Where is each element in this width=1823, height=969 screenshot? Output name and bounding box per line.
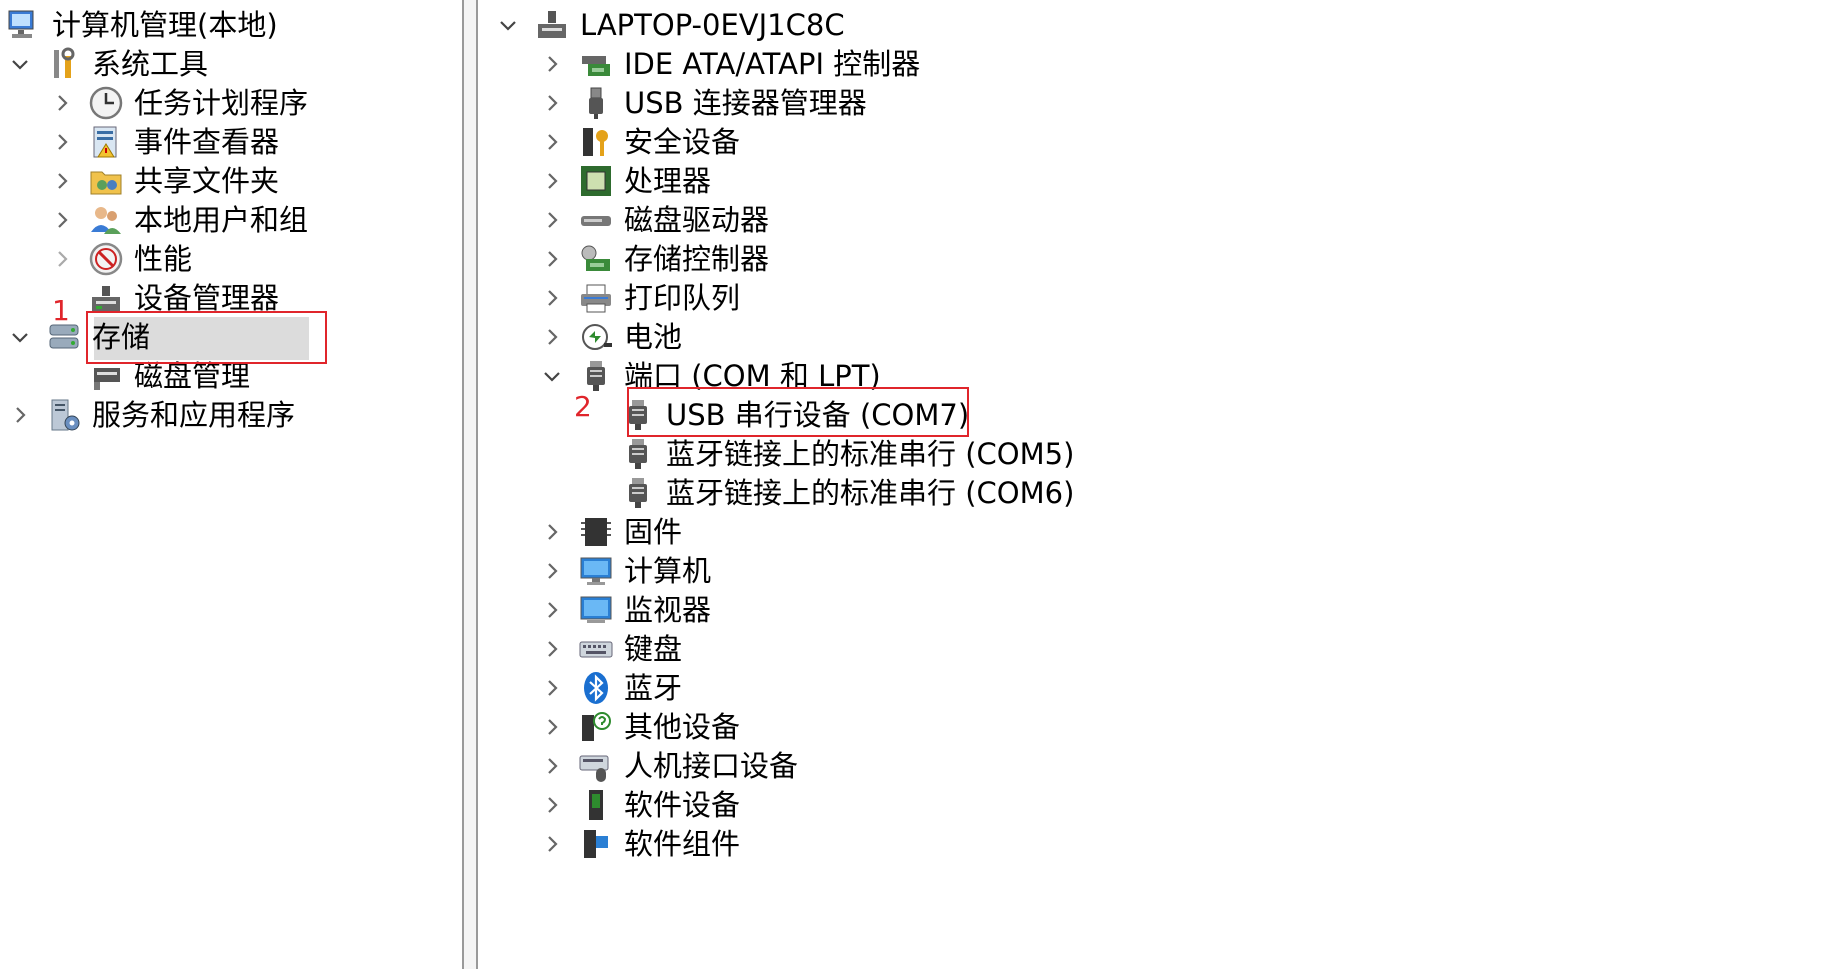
hid-icon [576, 746, 616, 786]
chevron-right-icon[interactable] [50, 91, 74, 115]
keyboard-icon [576, 629, 616, 669]
battery-icon [576, 317, 616, 357]
chevron-right-icon[interactable] [540, 208, 564, 232]
bluetooth-icon [576, 668, 616, 708]
tree-item-services-apps[interactable]: 服务和应用程序 [8, 392, 295, 437]
services-icon [44, 395, 84, 435]
chevron-right-icon[interactable] [540, 286, 564, 310]
highlight-box-1 [86, 311, 327, 364]
other-devices-icon [576, 707, 616, 747]
chevron-right-icon[interactable] [540, 559, 564, 583]
chevron-right-icon[interactable] [8, 403, 32, 427]
computer-icon [576, 551, 616, 591]
serial-port-icon [618, 473, 658, 513]
chevron-right-icon[interactable] [540, 325, 564, 349]
performance-icon [86, 239, 126, 279]
chevron-right-icon[interactable] [540, 832, 564, 856]
device-category-software-components[interactable]: 软件组件 [540, 821, 740, 866]
annotation-number-2: 2 [574, 390, 592, 423]
chevron-right-icon[interactable] [540, 520, 564, 544]
firmware-chip-icon [576, 512, 616, 552]
chevron-right-icon[interactable] [540, 130, 564, 154]
chevron-down-icon[interactable] [8, 325, 32, 349]
chevron-right-icon[interactable] [540, 169, 564, 193]
users-icon [86, 200, 126, 240]
highlight-box-2 [627, 387, 969, 437]
chevron-right-icon[interactable] [540, 676, 564, 700]
chevron-down-icon[interactable] [540, 364, 564, 388]
shared-folder-icon [86, 161, 126, 201]
annotation-number-1: 1 [52, 294, 70, 327]
chevron-right-icon[interactable] [540, 715, 564, 739]
event-log-icon [86, 122, 126, 162]
chevron-right-icon[interactable] [50, 247, 74, 271]
device-tree: LAPTOP-0EVJ1C8C IDE ATA/ATAPI 控制器 USB 连接… [478, 0, 1823, 969]
monitor-icon [576, 590, 616, 630]
chevron-right-icon[interactable] [540, 52, 564, 76]
chevron-right-icon[interactable] [540, 754, 564, 778]
left-navigation-tree: 计算机管理(本地) 系统工具 任务计划程序 事件查看器 共享文件夹 本地用户和组… [0, 0, 462, 969]
chevron-right-icon[interactable] [50, 130, 74, 154]
serial-port-icon [618, 434, 658, 474]
security-key-icon [576, 122, 616, 162]
pane-divider[interactable] [462, 0, 478, 969]
clock-icon [86, 83, 126, 123]
tools-icon [44, 44, 84, 84]
disk-drive-icon [576, 200, 616, 240]
usb-icon [576, 83, 616, 123]
chevron-right-icon[interactable] [540, 598, 564, 622]
software-component-icon [576, 824, 616, 864]
software-device-icon [576, 785, 616, 825]
chevron-right-icon[interactable] [540, 247, 564, 271]
ide-controller-icon [576, 44, 616, 84]
processor-icon [576, 161, 616, 201]
chevron-down-icon[interactable] [496, 13, 520, 37]
chevron-right-icon[interactable] [540, 793, 564, 817]
chevron-right-icon[interactable] [540, 91, 564, 115]
computer-management-icon [4, 5, 44, 45]
printer-icon [576, 278, 616, 318]
computer-node-icon [532, 5, 572, 45]
chevron-right-icon[interactable] [540, 637, 564, 661]
storage-controller-icon [576, 239, 616, 279]
chevron-down-icon[interactable] [8, 52, 32, 76]
chevron-right-icon[interactable] [50, 208, 74, 232]
chevron-right-icon[interactable] [50, 169, 74, 193]
